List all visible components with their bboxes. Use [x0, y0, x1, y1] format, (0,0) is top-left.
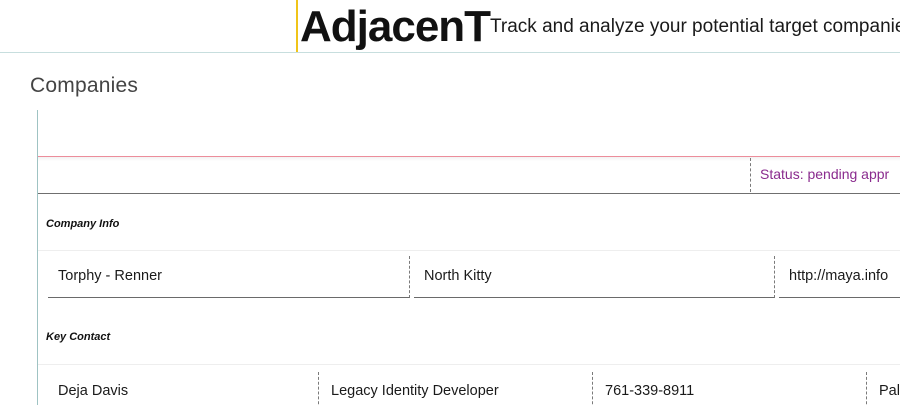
brand-logo[interactable]: AdjacenT: [300, 2, 491, 52]
contact-title-value: Legacy Identity Developer: [331, 383, 499, 399]
page: AdjacenT Track and analyze your potentia…: [0, 0, 900, 405]
contact-phone-field[interactable]: 761-339-8911: [595, 372, 867, 405]
company-city-field[interactable]: North Kitty: [414, 256, 775, 298]
key-contact-label: Key Contact: [46, 331, 111, 343]
row-separator: [38, 250, 900, 251]
contact-title-field[interactable]: Legacy Identity Developer: [321, 372, 593, 405]
contact-extra-value: Pal: [879, 383, 900, 399]
company-website-value: http://maya.info: [789, 268, 889, 284]
company-city-value: North Kitty: [424, 268, 492, 284]
status-row-divider: [38, 193, 900, 194]
page-title: Companies: [30, 74, 139, 97]
status-cell-divider: [750, 158, 751, 192]
contact-name-field[interactable]: Deja Davis: [48, 372, 319, 405]
brand-accent-bar: [296, 0, 298, 52]
header-tagline: Track and analyze your potential target …: [490, 16, 900, 37]
app-header: AdjacenT Track and analyze your potentia…: [0, 0, 900, 53]
company-info-label: Company Info: [46, 218, 120, 230]
contact-extra-field[interactable]: Pal: [869, 372, 900, 405]
company-website-field[interactable]: http://maya.info: [779, 256, 900, 298]
status-badge: Status: pending appr: [760, 166, 890, 182]
contact-phone-value: 761-339-8911: [605, 383, 695, 399]
row-separator: [38, 364, 900, 365]
company-name-value: Torphy - Renner: [58, 268, 162, 284]
company-name-field[interactable]: Torphy - Renner: [48, 256, 410, 298]
contact-name-value: Deja Davis: [58, 383, 129, 399]
card-shadow: [38, 157, 900, 161]
